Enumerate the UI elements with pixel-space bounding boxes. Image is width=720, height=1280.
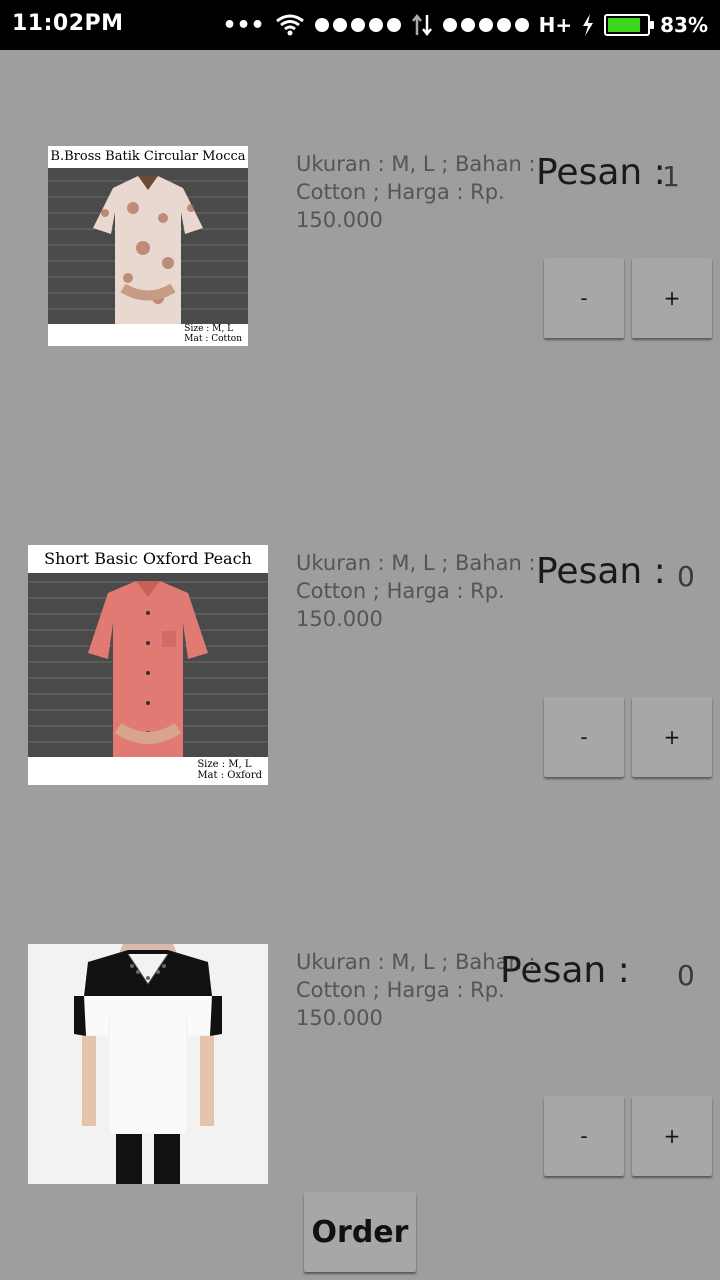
data-transfer-icon <box>411 13 432 37</box>
battery-percent: 83% <box>660 13 708 37</box>
battery-level <box>608 18 640 32</box>
increase-quantity-button-2[interactable]: + <box>632 697 712 777</box>
product-image-3 <box>28 944 268 1184</box>
status-icons: ••• H+ 83% <box>222 0 708 50</box>
quantity-value-3: 0 <box>677 959 695 992</box>
product-image-title-1: B.Bross Batik Circular Mocca <box>48 146 248 168</box>
increase-quantity-button-3[interactable]: + <box>632 1096 712 1176</box>
shirt-model-image <box>93 176 203 324</box>
order-button[interactable]: Order <box>304 1192 416 1272</box>
decrease-quantity-button-1[interactable]: - <box>544 258 624 338</box>
quantity-value-2: 0 <box>677 560 695 593</box>
decrease-quantity-button-3[interactable]: - <box>544 1096 624 1176</box>
product-photo-2 <box>28 573 268 757</box>
product-image-2: Short Basic Oxford Peach Size : M, L Mat… <box>28 545 268 785</box>
charging-icon <box>583 14 594 36</box>
product-image-caption-2: Size : M, L Mat : Oxford <box>197 759 262 781</box>
product-description-1: Ukuran : M, L ; Bahan : Cotton ; Harga :… <box>296 152 536 232</box>
product-image-caption-1: Size : M, L Mat : Cotton <box>184 324 242 344</box>
product-photo-1 <box>48 168 248 324</box>
quantity-value-1: 1 <box>662 160 680 193</box>
pesan-label-3: Pesan : <box>500 950 630 991</box>
network-type: H+ <box>538 13 573 37</box>
decrease-quantity-button-2[interactable]: - <box>544 697 624 777</box>
product-image-1: B.Bross Batik Circular Mocca Size : M, L… <box>48 146 248 346</box>
more-icon: ••• <box>222 12 265 38</box>
increase-quantity-button-1[interactable]: + <box>632 258 712 338</box>
pesan-label-1: Pesan : <box>536 152 666 193</box>
product-image-title-2: Short Basic Oxford Peach <box>28 545 268 573</box>
blouse-model-image <box>28 944 268 1184</box>
wifi-icon <box>275 14 304 36</box>
signal-strength-icon-2 <box>442 18 529 32</box>
product-description-2: Ukuran : M, L ; Bahan : Cotton ; Harga :… <box>296 551 536 631</box>
status-time: 11:02PM <box>12 11 124 36</box>
status-bar: 11:02PM ••• H+ 83% <box>0 0 720 50</box>
shirt-model-image <box>88 581 208 757</box>
battery-icon <box>604 14 655 36</box>
signal-strength-icon <box>314 18 401 32</box>
pesan-label-2: Pesan : <box>536 551 666 592</box>
